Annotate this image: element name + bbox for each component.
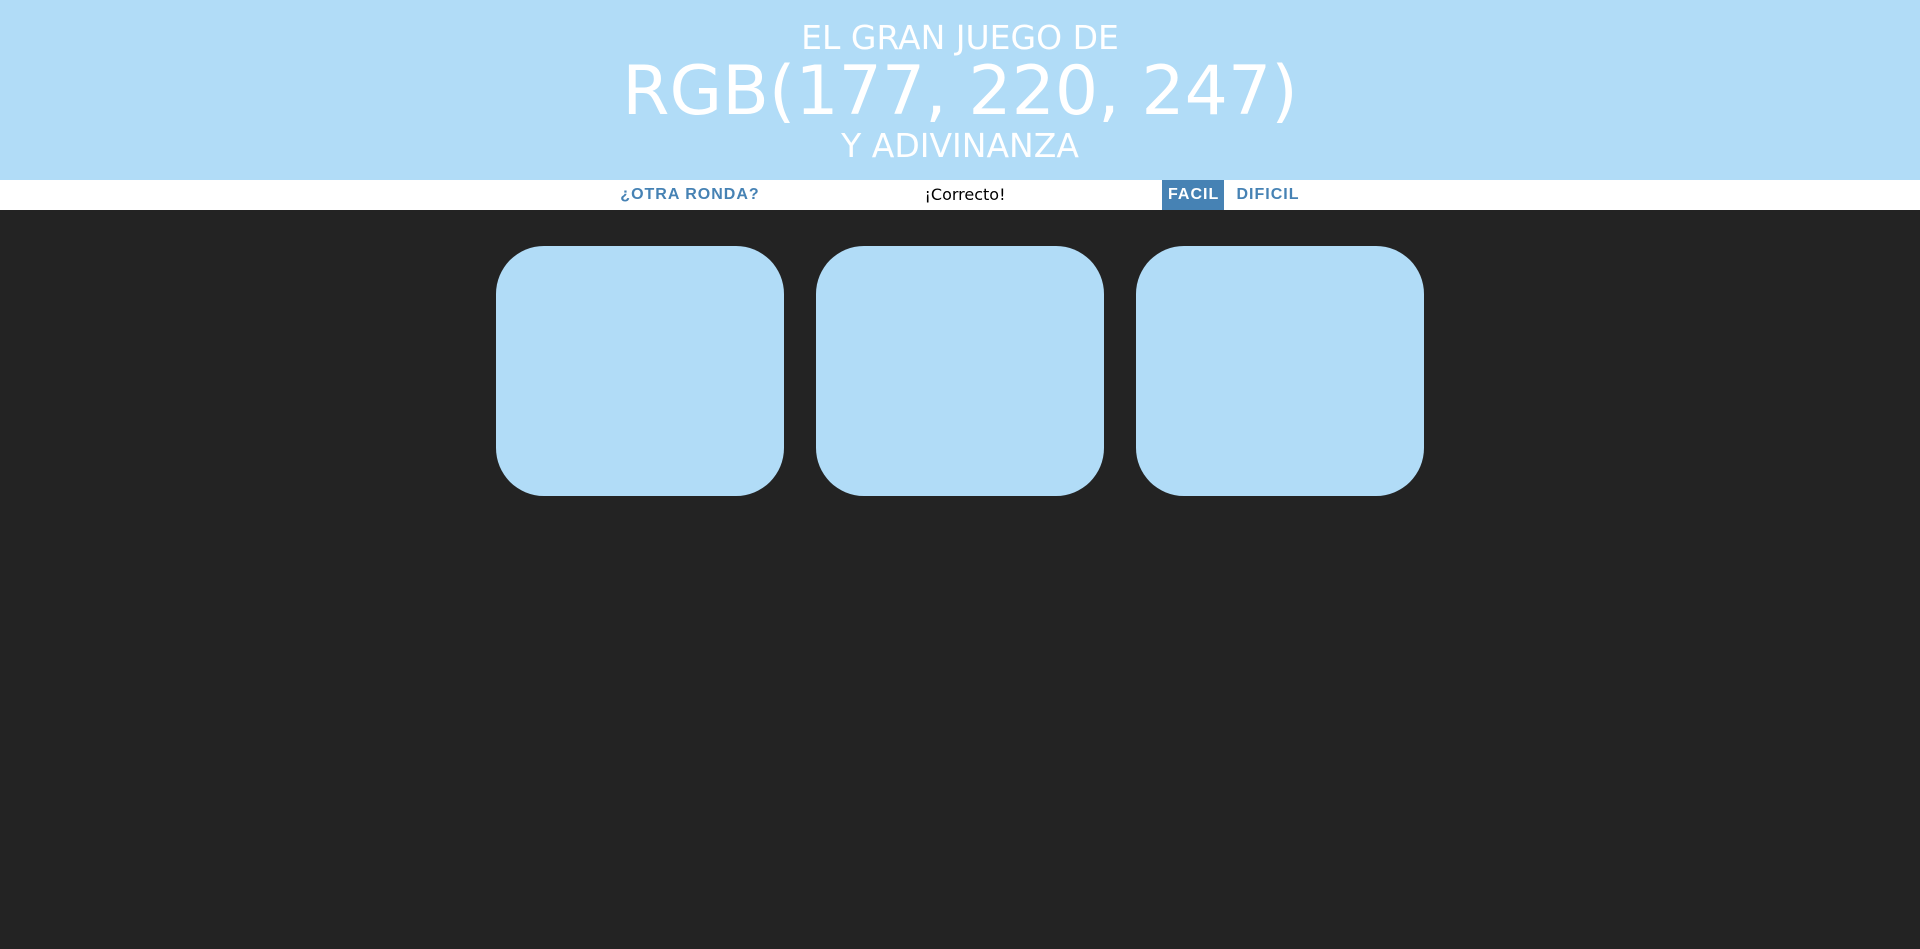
result-message: ¡Correcto! [924,185,1006,204]
easy-mode-button[interactable]: FACIL [1162,180,1224,210]
color-square[interactable] [496,246,784,496]
title-line-bottom: Y ADIVINANZA [841,126,1079,165]
color-square[interactable] [816,246,1104,496]
control-stripe: ¿OTRA RONDA? ¡Correcto! FACIL DIFICIL [0,180,1920,210]
color-square[interactable] [1136,246,1424,496]
color-display: RGB(177, 220, 247) [622,52,1298,131]
hard-mode-button[interactable]: DIFICIL [1230,180,1306,210]
header: EL GRAN JUEGO DE RGB(177, 220, 247) Y AD… [0,0,1920,180]
new-round-button[interactable]: ¿OTRA RONDA? [614,180,766,210]
